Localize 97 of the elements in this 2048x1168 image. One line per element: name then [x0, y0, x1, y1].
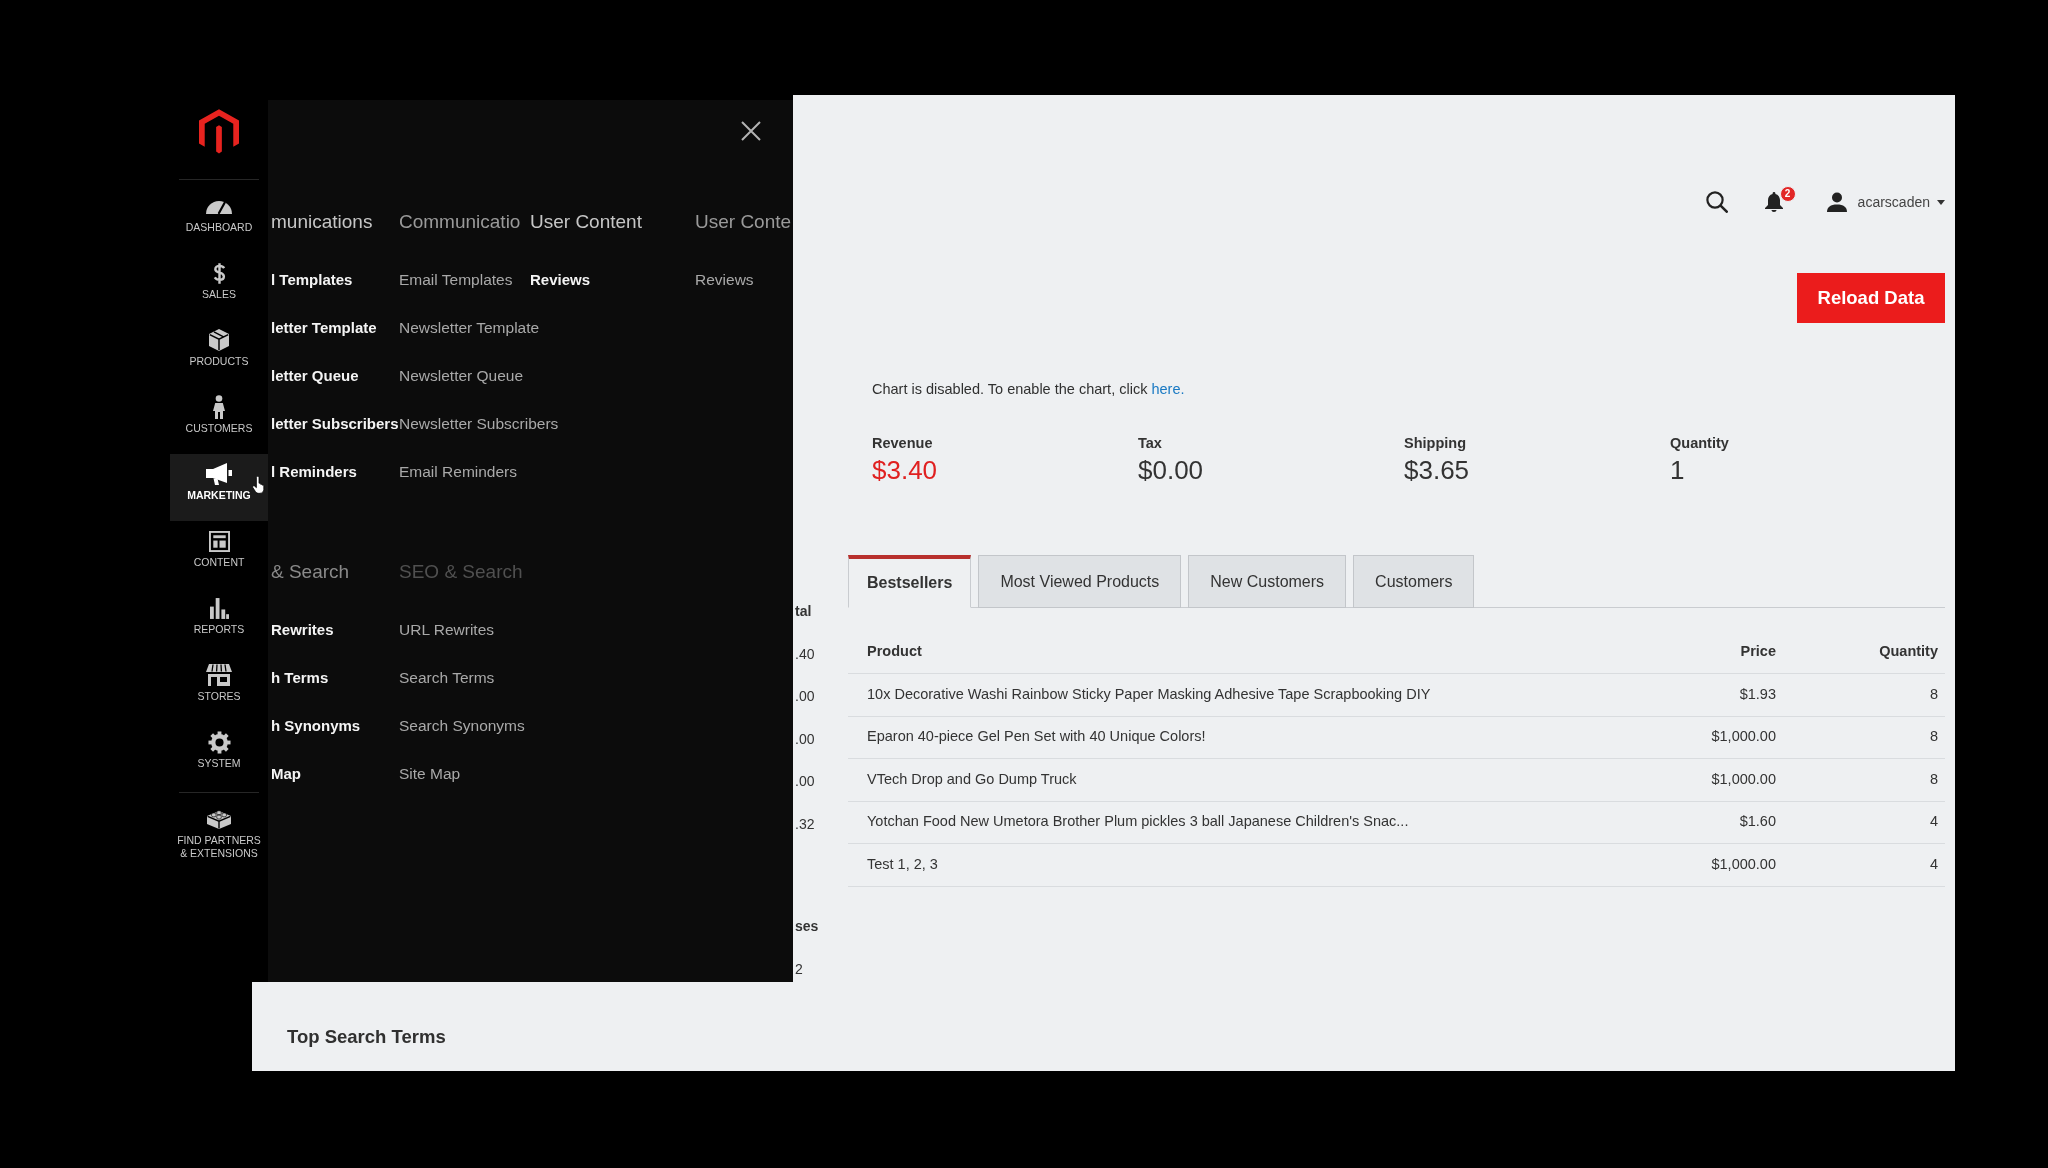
menu-link[interactable]: h Synonyms [271, 716, 361, 736]
column-header: Product [848, 631, 1626, 674]
table-cell: 4 [1776, 843, 1945, 886]
stat-label: Tax [1138, 434, 1162, 452]
menu-heading: User Conte [695, 210, 792, 234]
menu-link[interactable]: Search Terms [399, 668, 495, 688]
table-cell: $1,000.00 [1626, 843, 1776, 886]
menu-link[interactable]: Site Map [399, 764, 461, 784]
tab[interactable]: Bestsellers [848, 555, 972, 608]
stat-label: Shipping [1404, 434, 1466, 452]
sidebar-item[interactable]: FIND PARTNERS & EXTENSIONS [170, 793, 268, 873]
table-cell: 4 [1776, 801, 1945, 844]
menu-heading: SEO & Search [399, 560, 523, 584]
person-icon [213, 395, 225, 419]
bar-chart-icon [209, 597, 229, 619]
menu-link[interactable]: Newsletter Subscribers [399, 414, 559, 434]
column-header: Price [1626, 631, 1776, 674]
close-icon [741, 121, 761, 141]
user-icon[interactable] [1826, 192, 1847, 212]
sidebar-item[interactable]: REPORTS [170, 588, 268, 655]
gauge-icon [206, 198, 232, 214]
menu-heading: Communicatio [399, 210, 521, 234]
menu-link[interactable]: Newsletter Queue [399, 366, 524, 386]
column-header: Quantity [1776, 631, 1945, 674]
logo-icon[interactable] [199, 109, 239, 155]
tab[interactable]: Customers [1353, 555, 1475, 608]
search-icon[interactable] [1705, 191, 1728, 213]
table-cell: VTech Drop and Go Dump Truck [848, 758, 1626, 801]
menu-link[interactable]: l Templates [271, 270, 353, 290]
menu-link[interactable]: letter Template [271, 318, 377, 338]
table-cell: $1.60 [1626, 801, 1776, 844]
sidebar-item[interactable]: DASHBOARD [170, 186, 268, 253]
table-cell: Test 1, 2, 3 [848, 843, 1626, 886]
menu-link[interactable]: Map [271, 764, 301, 784]
partial-cell-text: .32 [795, 814, 815, 834]
sidebar-item[interactable]: SALES [170, 253, 268, 320]
reload-data-button[interactable]: Reload Data [1797, 273, 1945, 323]
menu-link[interactable]: Email Reminders [399, 462, 517, 482]
section-title: Top Search Terms [287, 1025, 446, 1049]
sidebar-item[interactable]: CUSTOMERS [170, 387, 268, 454]
partial-column-header: tal [795, 602, 812, 621]
layout-icon [208, 530, 230, 552]
menu-heading: munications [271, 210, 373, 234]
tab[interactable]: New Customers [1188, 555, 1347, 608]
storefront-icon [206, 664, 232, 686]
sidebar-item[interactable]: MARKETING [170, 454, 268, 521]
partial-cell-text: .00 [795, 772, 815, 791]
dollar-icon [212, 261, 226, 285]
stat-label: Revenue [872, 434, 933, 452]
stat-value: 1 [1670, 454, 1685, 486]
stat-label: Quantity [1670, 434, 1729, 452]
tab[interactable]: Most Viewed Products [978, 555, 1182, 608]
menu-link[interactable]: letter Queue [271, 366, 359, 386]
stat-value: $0.00 [1138, 454, 1204, 486]
partial-cell-text: .40 [795, 644, 815, 664]
partial-cell-text: .00 [795, 729, 815, 749]
table-cell: Eparon 40-piece Gel Pen Set with 40 Unique Colors! [848, 716, 1626, 759]
table-cell: $1,000.00 [1626, 716, 1776, 759]
megaphone-icon [206, 463, 232, 485]
menu-link[interactable]: h Terms [271, 668, 329, 688]
table-cell: 8 [1776, 716, 1945, 759]
account-name[interactable]: acarscaden [1857, 191, 1930, 213]
sidebar-item[interactable]: PRODUCTS [170, 320, 268, 387]
menu-link[interactable]: Newsletter Template [399, 318, 540, 338]
menu-heading: & Search [271, 560, 350, 584]
menu-link[interactable]: Email Templates [399, 270, 513, 290]
table-cell: 8 [1776, 673, 1945, 716]
stat-value: $3.40 [872, 454, 938, 486]
sidebar-item[interactable]: CONTENT [170, 521, 268, 588]
menu-link[interactable]: l Reminders [271, 462, 357, 482]
bell-icon[interactable] [1764, 192, 1783, 212]
caret-icon[interactable] [1937, 199, 1945, 205]
menu-link[interactable]: URL Rewrites [399, 620, 495, 640]
sidebar-item[interactable]: STORES [170, 655, 268, 722]
table-cell: $1,000.00 [1626, 758, 1776, 801]
table-cell: $1.93 [1626, 673, 1776, 716]
enable-chart-link[interactable]: here. [1151, 381, 1185, 397]
brick-box-icon [207, 809, 231, 829]
table-cell: 10x Decorative Washi Rainbow Sticky Paper Masking Adhesive Tape Scrapbooking DIY [848, 673, 1626, 716]
box-icon [209, 329, 229, 351]
table-cell: Yotchan Food New Umetora Brother Plum pickles 3 ball Japanese Children's Snac... [848, 801, 1626, 844]
chart-disabled-notice: Chart is disabled. To enable the chart, click here. [872, 380, 1185, 399]
menu-link[interactable]: Reviews [695, 270, 754, 290]
partial-column-header: ses [795, 917, 819, 936]
notification-count: 2 [1779, 186, 1796, 202]
menu-link[interactable]: letter Subscribers [271, 414, 399, 434]
menu-link[interactable]: Rewrites [271, 620, 334, 640]
menu-link[interactable]: Search Synonyms [399, 716, 525, 736]
partial-cell-text: .00 [795, 687, 815, 706]
table-cell: 8 [1776, 758, 1945, 801]
partial-cell-text: 2 [795, 959, 803, 979]
hand-cursor-icon [252, 476, 266, 494]
stat-value: $3.65 [1404, 454, 1470, 486]
menu-heading: User Content [530, 210, 642, 234]
sidebar-item[interactable]: SYSTEM [170, 722, 268, 789]
gear-icon [207, 730, 231, 754]
menu-link[interactable]: Reviews [530, 270, 591, 290]
